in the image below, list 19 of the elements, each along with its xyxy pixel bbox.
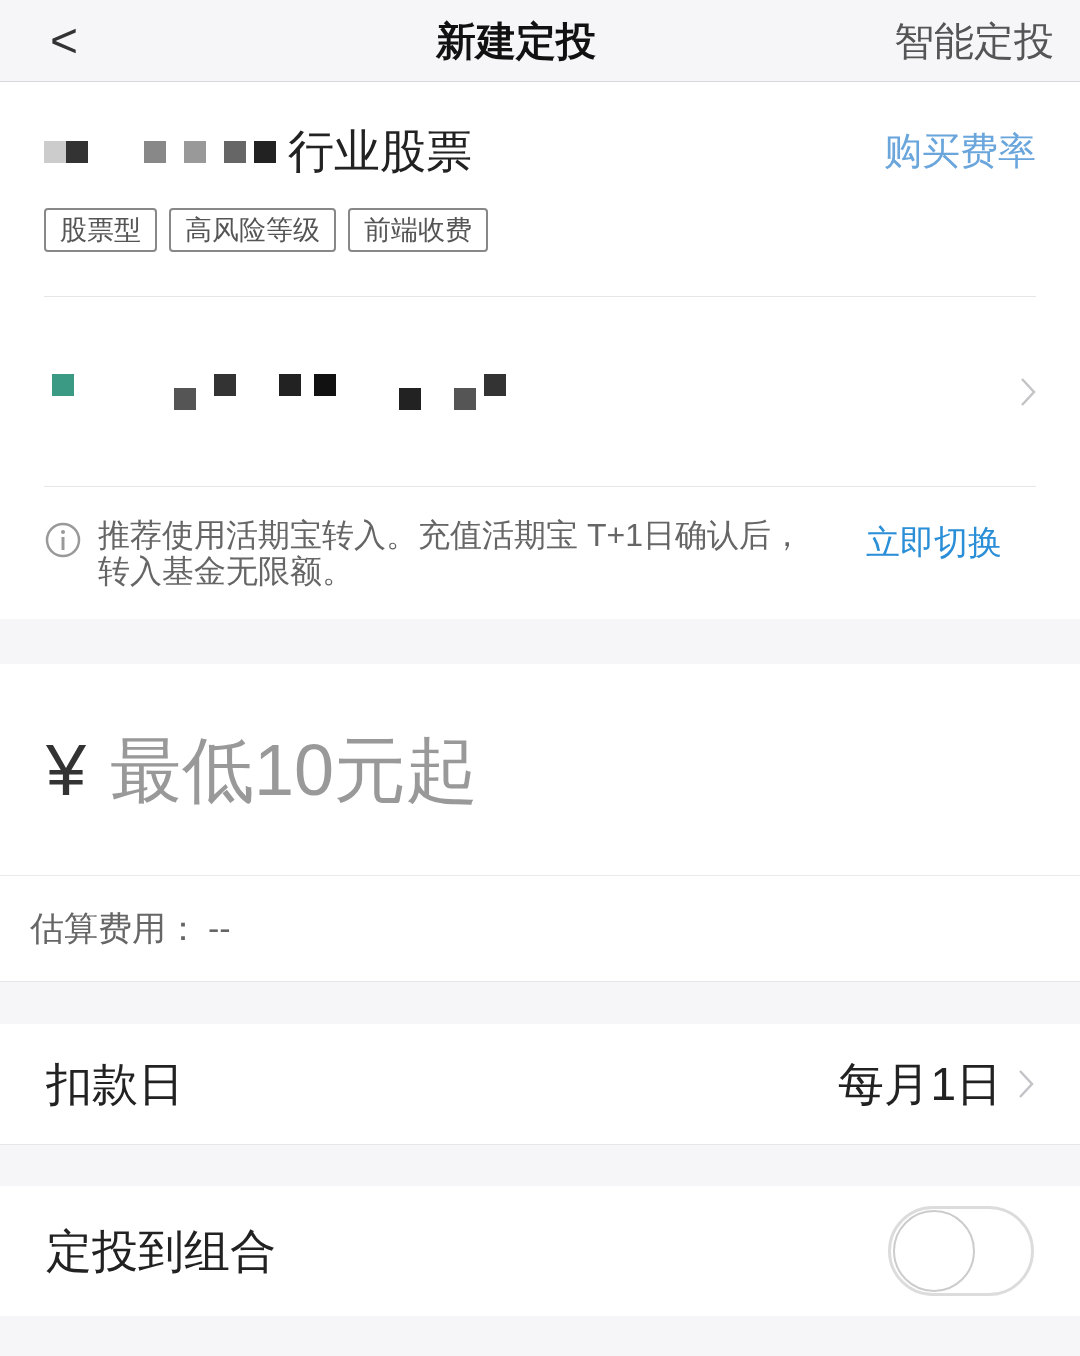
- chevron-right-icon: [1020, 376, 1036, 407]
- deduction-day-row[interactable]: 扣款日 每月1日: [0, 1024, 1080, 1144]
- amount-input-area[interactable]: ¥ 最低10元起: [0, 664, 1080, 876]
- page-title: 新建定投: [436, 17, 596, 65]
- combo-label: 定投到组合: [46, 1223, 276, 1279]
- smart-plan-link[interactable]: 智能定投: [894, 10, 1054, 71]
- fund-tag: 股票型: [44, 208, 157, 252]
- deduction-day-value: 每月1日: [838, 1056, 1002, 1112]
- fee-label: 估算费用：: [30, 908, 200, 949]
- amount-field[interactable]: 最低10元起: [110, 715, 1042, 824]
- chevron-right-icon: [1018, 1069, 1034, 1099]
- fee-value: --: [208, 908, 231, 949]
- fund-tag: 高风险等级: [169, 208, 336, 252]
- info-icon: [44, 521, 82, 559]
- notice-text: 推荐使用活期宝转入。充值活期宝 T+1日确认后，转入基金无限额。: [98, 517, 804, 589]
- back-button[interactable]: <: [50, 4, 79, 77]
- fund-name: 行业股票: [288, 124, 472, 179]
- currency-symbol: ¥: [46, 728, 87, 812]
- fund-tag: 前端收费: [348, 208, 488, 252]
